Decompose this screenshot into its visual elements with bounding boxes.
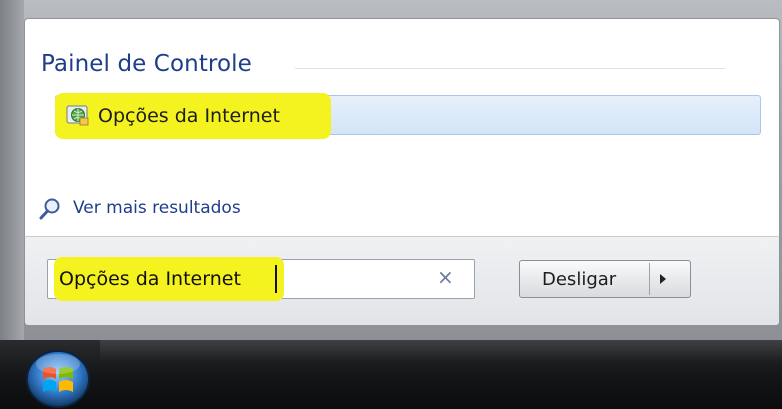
taskbar [0,340,782,409]
text-caret [275,265,277,293]
shutdown-split-divider [649,263,650,295]
results-group-heading: Painel de Controle [41,51,252,77]
windows-start-orb-icon[interactable] [22,346,94,408]
start-menu-bottom-bar: Opções da Internet × Desligar [24,236,780,326]
shutdown-button-label: Desligar [542,269,617,290]
chevron-right-icon[interactable] [660,274,666,284]
start-menu-frame: Painel de Controle Opções da Internet Ve… [0,0,782,340]
search-results-panel: Painel de Controle Opções da Internet Ve… [24,18,780,236]
heading-divider [295,68,725,69]
internet-options-icon [66,105,89,126]
taskbar-gloss [100,340,782,362]
search-input-value: Opções da Internet [59,268,241,290]
start-menu-frame-edge [0,0,24,340]
search-icon [39,198,60,220]
shutdown-button[interactable]: Desligar [519,260,691,298]
see-more-results-label: Ver mais resultados [73,198,241,218]
result-item-label: Opções da Internet [98,105,280,127]
close-icon[interactable]: × [437,267,454,287]
